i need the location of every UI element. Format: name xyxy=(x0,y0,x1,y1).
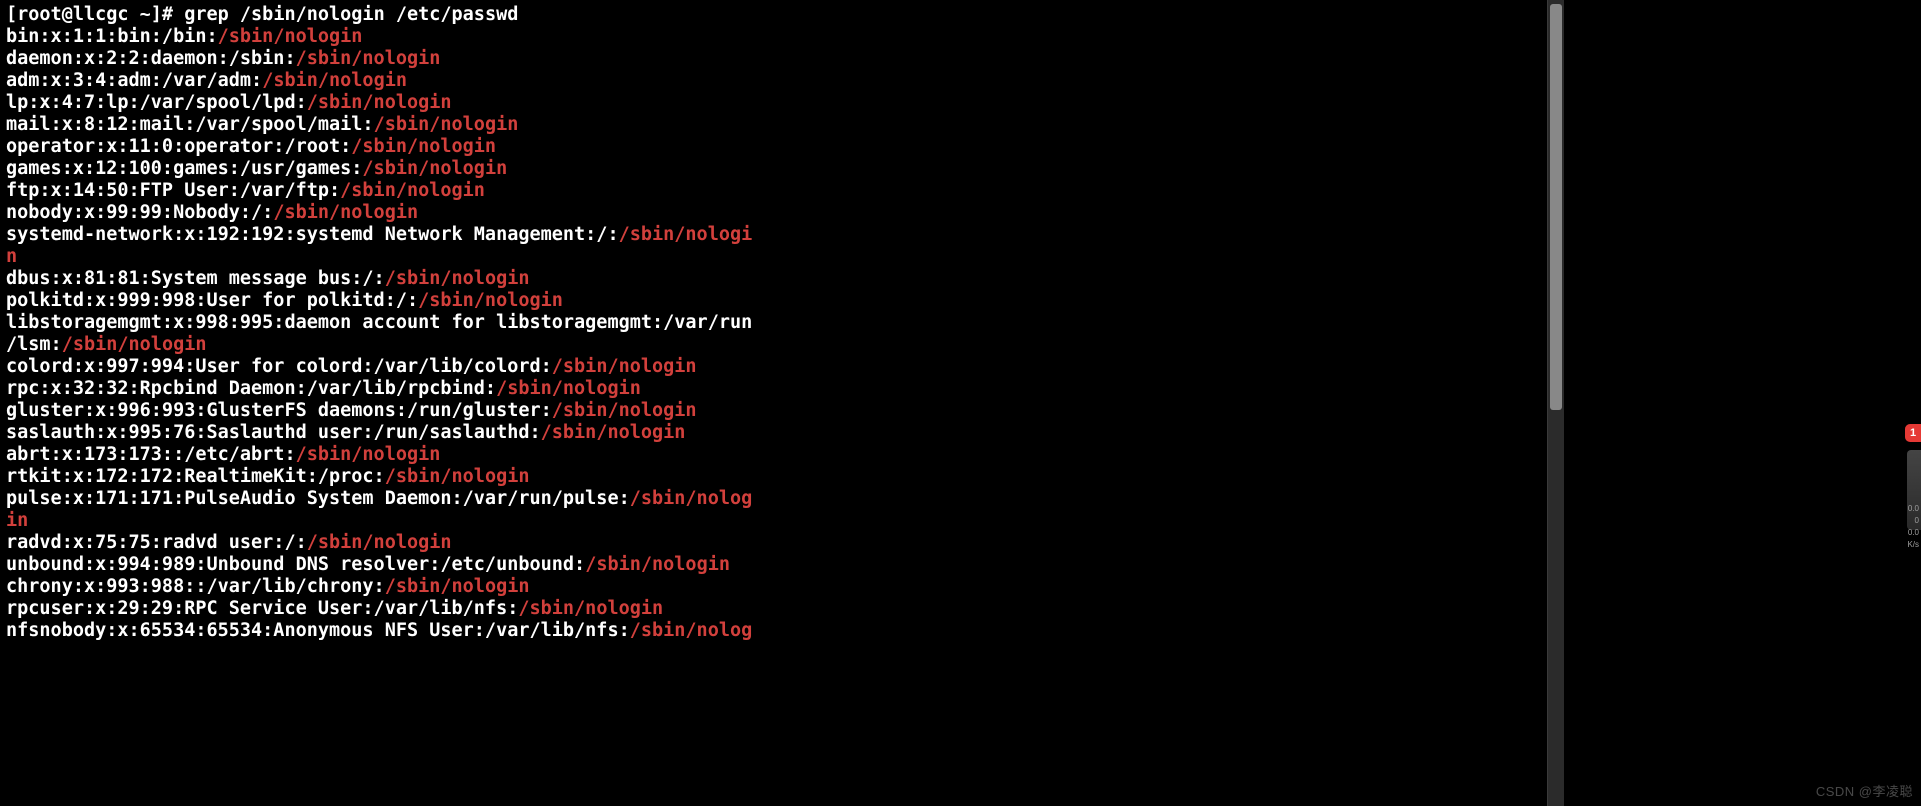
output-line: rpcuser:x:29:29:RPC Service User:/var/li… xyxy=(6,598,663,619)
grep-match: /sbin/nologin xyxy=(385,268,530,289)
grep-match: /sbin/nologin xyxy=(385,576,530,597)
shell-command: grep /sbin/nologin /etc/passwd xyxy=(184,4,518,25)
metric-label: 0.0 xyxy=(1895,528,1919,538)
output-line: chrony:x:993:988::/var/lib/chrony:/sbin/… xyxy=(6,576,530,597)
scrollbar-thumb[interactable] xyxy=(1550,4,1562,410)
side-panel: 1 0.0 0 0.0 K/s xyxy=(1564,0,1921,806)
output-line: rpc:x:32:32:Rpcbind Daemon:/var/lib/rpcb… xyxy=(6,378,641,399)
metric-label: K/s xyxy=(1895,540,1919,550)
grep-match: /sbin/nologin xyxy=(385,466,530,487)
grep-match: /sbin/nologin xyxy=(273,202,418,223)
output-line: games:x:12:100:games:/usr/games:/sbin/no… xyxy=(6,158,507,179)
output-line: libstoragemgmt:x:998:995:daemon account … xyxy=(6,312,752,333)
terminal-scrollbar[interactable] xyxy=(1547,0,1564,806)
terminal-output[interactable]: [root@llcgc ~]# grep /sbin/nologin /etc/… xyxy=(0,0,1537,806)
output-line: adm:x:3:4:adm:/var/adm:/sbin/nologin xyxy=(6,70,407,91)
grep-match: /sbin/nologin xyxy=(362,158,507,179)
output-line: /lsm:/sbin/nologin xyxy=(6,334,207,355)
output-line: lp:x:4:7:lp:/var/spool/lpd:/sbin/nologin xyxy=(6,92,452,113)
grep-match: /sbin/nologin xyxy=(296,48,441,69)
grep-match: /sbin/nologin xyxy=(218,26,363,47)
grep-match: /sbin/nologin xyxy=(518,598,663,619)
grep-match: /sbin/nologin xyxy=(307,532,452,553)
output-line: dbus:x:81:81:System message bus:/:/sbin/… xyxy=(6,268,530,289)
metric-label: 0 xyxy=(1895,516,1919,526)
grep-match: /sbin/nologin xyxy=(552,356,697,377)
output-line: nfsnobody:x:65534:65534:Anonymous NFS Us… xyxy=(6,620,752,641)
output-line: pulse:x:171:171:PulseAudio System Daemon… xyxy=(6,488,752,509)
output-line: radvd:x:75:75:radvd user:/:/sbin/nologin xyxy=(6,532,452,553)
watermark: CSDN @李凌聪 xyxy=(1816,781,1913,800)
output-line: daemon:x:2:2:daemon:/sbin:/sbin/nologin xyxy=(6,48,440,69)
grep-match: /sbin/nologin xyxy=(296,444,441,465)
output-line: n xyxy=(6,246,17,267)
output-line: ftp:x:14:50:FTP User:/var/ftp:/sbin/nolo… xyxy=(6,180,485,201)
grep-match: /sbin/nologin xyxy=(585,554,730,575)
output-line: bin:x:1:1:bin:/bin:/sbin/nologin xyxy=(6,26,362,47)
output-line: mail:x:8:12:mail:/var/spool/mail:/sbin/n… xyxy=(6,114,518,135)
grep-match: in xyxy=(6,510,28,531)
output-line: colord:x:997:994:User for colord:/var/li… xyxy=(6,356,697,377)
grep-match: /sbin/nologin xyxy=(351,136,496,157)
grep-match: /sbin/nologin xyxy=(262,70,407,91)
grep-match: /sbin/nologin xyxy=(418,290,563,311)
output-line: rtkit:x:172:172:RealtimeKit:/proc:/sbin/… xyxy=(6,466,530,487)
output-line: nobody:x:99:99:Nobody:/:/sbin/nologin xyxy=(6,202,418,223)
grep-match: /sbin/nologin xyxy=(374,114,519,135)
grep-match: /sbin/nologin xyxy=(307,92,452,113)
grep-match: /sbin/nologi xyxy=(619,224,753,245)
output-line: gluster:x:996:993:GlusterFS daemons:/run… xyxy=(6,400,697,421)
shell-prompt: [root@llcgc ~]# xyxy=(6,4,184,25)
output-line: saslauth:x:995:76:Saslauthd user:/run/sa… xyxy=(6,422,685,443)
output-line: unbound:x:994:989:Unbound DNS resolver:/… xyxy=(6,554,730,575)
grep-match: /sbin/nologin xyxy=(541,422,686,443)
grep-match: /sbin/nolog xyxy=(630,620,753,641)
output-line: polkitd:x:999:998:User for polkitd:/:/sb… xyxy=(6,290,563,311)
output-line: in xyxy=(6,510,28,531)
grep-match: /sbin/nologin xyxy=(62,334,207,355)
grep-match: /sbin/nolog xyxy=(630,488,753,509)
output-line: operator:x:11:0:operator:/root:/sbin/nol… xyxy=(6,136,496,157)
grep-match: n xyxy=(6,246,17,267)
grep-match: /sbin/nologin xyxy=(496,378,641,399)
output-line: systemd-network:x:192:192:systemd Networ… xyxy=(6,224,752,245)
metric-label: 0.0 xyxy=(1895,504,1919,514)
grep-match: /sbin/nologin xyxy=(552,400,697,421)
grep-match: /sbin/nologin xyxy=(340,180,485,201)
output-line: abrt:x:173:173::/etc/abrt:/sbin/nologin xyxy=(6,444,440,465)
notification-badge[interactable]: 1 xyxy=(1905,424,1921,442)
